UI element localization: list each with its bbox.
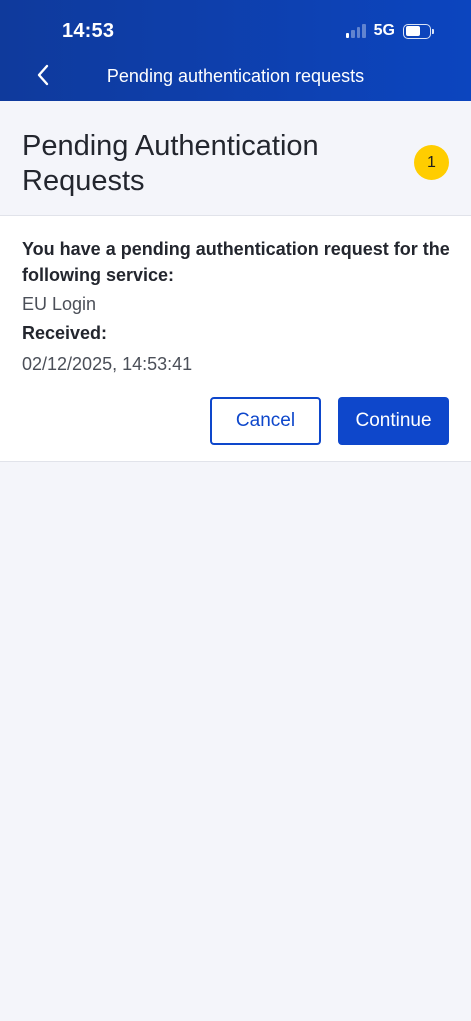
nav-title-text: Pending authentication requests: [106, 66, 365, 86]
request-card: You have a pending authentication reques…: [0, 216, 471, 462]
battery-icon: [403, 23, 434, 39]
status-time: 14:53: [62, 20, 115, 42]
battery-level: [405, 26, 420, 36]
page-title: Pending Authentication Requests: [22, 130, 319, 197]
pending-count-badge: 1: [414, 145, 449, 180]
title-section: Pending Authentication Requests: [0, 101, 471, 216]
nav-title: Pending authentication requests: [0, 66, 471, 87]
app-header: 14:53 5G Pending authentication requests: [0, 0, 471, 101]
cancel-button[interactable]: Cancel: [210, 397, 321, 445]
service-name: EU Login: [22, 294, 97, 314]
received-label: Received:: [22, 323, 108, 343]
continue-button[interactable]: Continue: [338, 397, 449, 445]
received-timestamp: 02/12/2025, 14:53:41: [22, 354, 193, 374]
request-message: You have a pending authentication reques…: [22, 239, 450, 285]
network-type: 5G: [373, 22, 395, 39]
signal-icon: [345, 24, 366, 38]
status-indicators: 5G: [345, 22, 434, 40]
